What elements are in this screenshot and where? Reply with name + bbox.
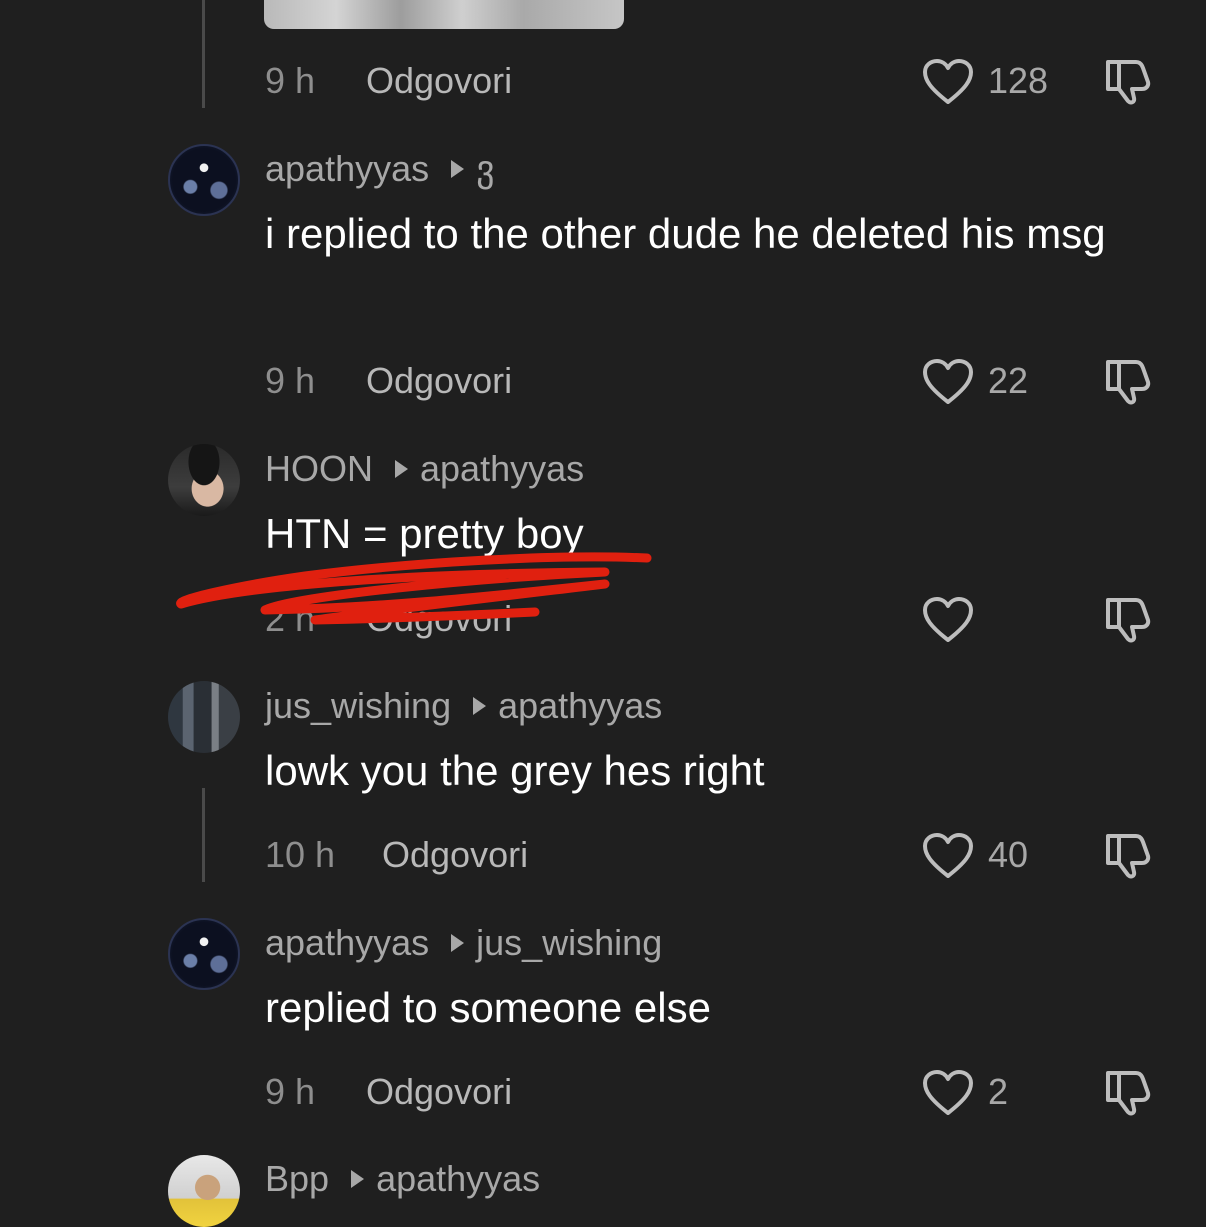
- thumbs-down-icon[interactable]: [1102, 594, 1154, 644]
- like-count: 22: [988, 360, 1029, 401]
- comment-meta-row: 9 h Odgovori 2: [0, 1067, 1206, 1117]
- reply-to-username[interactable]: jus_wishing: [476, 922, 662, 964]
- comment-header: jus_wishing apathyyas: [265, 685, 662, 727]
- caret-right-icon: [451, 160, 465, 178]
- reply-to-username[interactable]: ვ: [476, 148, 494, 190]
- reply-button[interactable]: Odgovori: [382, 834, 528, 876]
- reply-button[interactable]: Odgovori: [366, 1071, 512, 1113]
- avatar[interactable]: [168, 918, 240, 990]
- avatar[interactable]: [168, 1155, 240, 1227]
- reply-button[interactable]: Odgovori: [366, 598, 512, 640]
- username[interactable]: apathyyas: [265, 922, 429, 964]
- comment-text: i replied to the other dude he deleted h…: [265, 210, 1106, 257]
- caret-right-icon: [473, 697, 487, 715]
- thumbs-down-icon[interactable]: [1102, 1067, 1154, 1117]
- thumbs-down-icon[interactable]: [1102, 830, 1154, 880]
- reply-to-username[interactable]: apathyyas: [498, 685, 662, 727]
- comment-meta-row: 9 h Odgovori 128: [0, 56, 1206, 106]
- timestamp: 9 h: [265, 1071, 316, 1112]
- avatar[interactable]: [168, 681, 240, 753]
- reply-button[interactable]: Odgovori: [366, 360, 512, 402]
- comment-meta-row: 9 h Odgovori 22: [0, 356, 1206, 406]
- like-count: 2: [988, 1071, 1009, 1112]
- timestamp: 9 h: [265, 60, 316, 101]
- comment-header: apathyyas ვ: [265, 148, 495, 190]
- username[interactable]: jus_wishing: [265, 685, 451, 727]
- comment-header: HOON apathyyas: [265, 448, 584, 490]
- comment-header: Bpp apathyyas: [265, 1158, 540, 1200]
- caret-right-icon: [451, 934, 465, 952]
- reply-to-username[interactable]: apathyyas: [420, 448, 584, 490]
- username[interactable]: HOON: [265, 448, 373, 490]
- like-count: 128: [988, 60, 1049, 101]
- like-count: 40: [988, 834, 1029, 875]
- reply-to-username[interactable]: apathyyas: [376, 1158, 540, 1200]
- comment-text: lowk you the grey hes right: [265, 747, 765, 794]
- avatar[interactable]: [168, 144, 240, 216]
- timestamp: 2 h: [265, 598, 316, 639]
- avatar[interactable]: [168, 444, 240, 516]
- thumbs-down-icon[interactable]: [1102, 56, 1154, 106]
- comment-text: HTN = pretty boy: [265, 510, 584, 557]
- comment-header: apathyyas jus_wishing: [265, 922, 662, 964]
- heart-icon[interactable]: [922, 358, 974, 406]
- reply-button[interactable]: Odgovori: [366, 60, 512, 102]
- caret-right-icon: [395, 460, 408, 478]
- timestamp: 9 h: [265, 360, 316, 401]
- comment-meta-row: 10 h Odgovori 40: [0, 830, 1206, 880]
- image-attachment[interactable]: [264, 0, 624, 29]
- caret-right-icon: [351, 1170, 365, 1188]
- thumbs-down-icon[interactable]: [1102, 356, 1154, 406]
- heart-icon[interactable]: [922, 596, 974, 644]
- timestamp: 10 h: [265, 834, 336, 875]
- comment-text: replied to someone else: [265, 984, 711, 1031]
- heart-icon[interactable]: [922, 1069, 974, 1117]
- username[interactable]: apathyyas: [265, 148, 429, 190]
- comment-meta-row: 2 h Odgovori: [0, 594, 1206, 644]
- heart-icon[interactable]: [922, 832, 974, 880]
- heart-icon[interactable]: [922, 58, 974, 106]
- username[interactable]: Bpp: [265, 1158, 329, 1200]
